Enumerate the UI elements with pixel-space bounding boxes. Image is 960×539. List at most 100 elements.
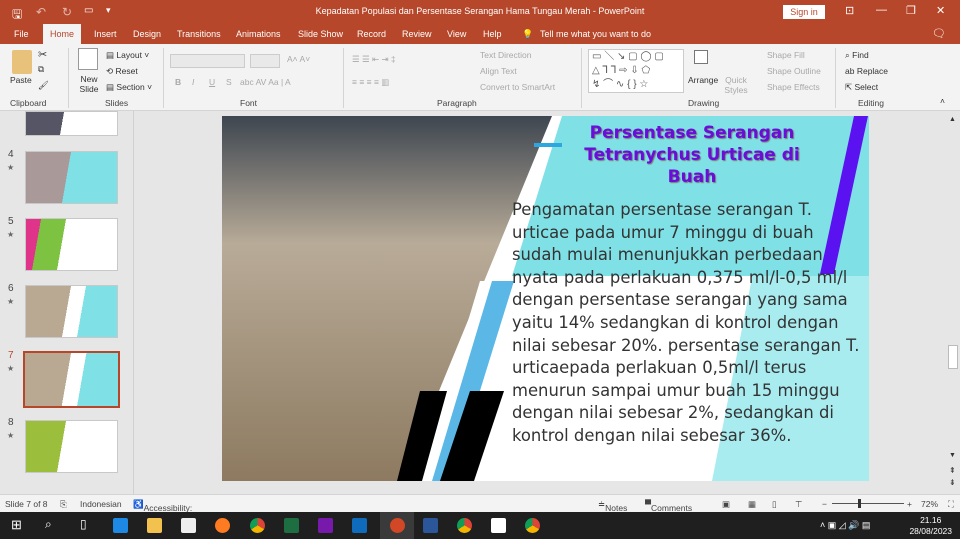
comment-icon[interactable]: 🗨: [932, 27, 946, 40]
paste-icon[interactable]: [12, 50, 32, 74]
text-direction-button[interactable]: Text Direction: [480, 50, 532, 60]
tab-view[interactable]: View: [447, 29, 466, 39]
layout-button[interactable]: ▤ Layout ˅: [106, 50, 149, 61]
align-icons[interactable]: ≡ ≡ ≡ ≡ ▥: [352, 77, 389, 88]
photos-icon[interactable]: [491, 518, 506, 533]
tab-insert[interactable]: Insert: [94, 29, 117, 39]
search-icon[interactable]: ⌕: [45, 517, 52, 532]
slide-vertical-scrollbar[interactable]: ▲ ▼ ⇞ ⇟: [946, 116, 960, 494]
slideshow-view-icon[interactable]: ⊤: [795, 499, 802, 510]
slide-canvas[interactable]: Persentase Serangan Tetranychus Urticae …: [222, 116, 869, 481]
file-explorer-icon[interactable]: [147, 518, 162, 533]
tab-help[interactable]: Help: [483, 29, 502, 39]
zoom-in-button[interactable]: +: [907, 499, 912, 509]
paste-button[interactable]: Paste: [10, 75, 32, 85]
chrome-profile-icon[interactable]: [457, 518, 472, 533]
tab-animations[interactable]: Animations: [236, 29, 281, 39]
slide-thumbnail-4[interactable]: [25, 151, 118, 204]
excel-icon[interactable]: [284, 518, 299, 533]
zoom-slider[interactable]: [832, 499, 904, 508]
slide-thumbnail-7-selected[interactable]: [23, 351, 120, 408]
restore-button[interactable]: ❐: [906, 4, 916, 17]
slide-title[interactable]: Persentase Serangan Tetranychus Urticae …: [562, 122, 822, 188]
normal-view-icon[interactable]: ▣: [722, 499, 730, 510]
font-name-input[interactable]: [170, 54, 245, 68]
thumbnails-scrollbar[interactable]: [133, 111, 143, 494]
format-painter-icon[interactable]: 🖌: [38, 80, 49, 91]
shapes-gallery[interactable]: ▭ ＼ ↘ ▢ ◯ ▢ △ ⅂ ⅂ ⇨ ⇩ ⬠ ↯ ⌒ ∿ { } ☆: [588, 49, 684, 93]
shape-fill-button[interactable]: Shape Fill: [767, 50, 805, 60]
taskbar-clock[interactable]: 21.16 28/08/2023: [909, 515, 952, 537]
spelling-icon[interactable]: ⎘: [60, 499, 67, 510]
quick-styles-button[interactable]: Quick Styles: [722, 75, 750, 95]
cut-icon[interactable]: ✂: [38, 48, 47, 61]
shape-effects-button[interactable]: Shape Effects: [767, 82, 820, 92]
slide-thumbnail-3[interactable]: [25, 111, 118, 136]
tab-record[interactable]: Record: [357, 29, 386, 39]
store-icon[interactable]: [181, 518, 196, 533]
chrome-profile-icon[interactable]: [525, 518, 540, 533]
close-button[interactable]: ✕: [936, 4, 945, 17]
replace-button[interactable]: ab Replace: [845, 66, 888, 76]
task-view-icon[interactable]: ▯: [80, 517, 87, 531]
minimize-button[interactable]: —: [876, 4, 887, 16]
section-button[interactable]: ▤ Section ˅: [106, 82, 152, 93]
language-status[interactable]: Indonesian: [80, 499, 122, 509]
new-slide-button[interactable]: New Slide: [76, 74, 102, 94]
slide-sorter-icon[interactable]: ▦: [748, 499, 756, 510]
scroll-up-icon[interactable]: ▲: [949, 116, 956, 123]
new-slide-icon[interactable]: [78, 48, 98, 70]
accessibility-status[interactable]: ♿ Accessibility: Investigate: [133, 499, 192, 523]
tab-transitions[interactable]: Transitions: [177, 29, 221, 39]
shape-outline-button[interactable]: Shape Outline: [767, 66, 821, 76]
ribbon-display-icon[interactable]: ⊡: [845, 4, 854, 17]
underline-button[interactable]: U: [209, 77, 215, 87]
tab-design[interactable]: Design: [133, 29, 161, 39]
slide-body-text[interactable]: Pengamatan persentase serangan T. urtica…: [512, 199, 868, 448]
zoom-level[interactable]: 72%: [921, 499, 938, 509]
windows-start-icon[interactable]: ⊞: [11, 517, 22, 533]
collapse-ribbon-icon[interactable]: ˄: [940, 96, 945, 106]
shadow-button[interactable]: S: [226, 77, 232, 87]
firefox-icon[interactable]: [215, 518, 230, 533]
zoom-out-button[interactable]: −: [822, 499, 827, 509]
find-button[interactable]: ⌕ Find: [845, 50, 869, 61]
select-button[interactable]: ⇱ Select: [845, 82, 878, 93]
tell-me-search[interactable]: Tell me what you want to do: [540, 29, 651, 39]
notes-button[interactable]: ≐ Notes: [598, 499, 627, 513]
previous-slide-icon[interactable]: ⇞: [949, 466, 956, 475]
onenote-icon[interactable]: [318, 518, 333, 533]
grow-font-icon[interactable]: A˄ A˅: [287, 54, 310, 64]
system-tray-icons[interactable]: ˄ ▣ ◿ 🔊 ▤: [820, 520, 870, 531]
tab-home[interactable]: Home: [43, 24, 82, 44]
scroll-thumb[interactable]: [948, 345, 958, 369]
slide-thumbnail-5[interactable]: [25, 218, 118, 271]
bold-button[interactable]: B: [175, 77, 181, 87]
outlook-icon[interactable]: [352, 518, 367, 533]
italic-button[interactable]: I: [192, 77, 194, 87]
slide-thumbnail-8[interactable]: [25, 420, 118, 473]
next-slide-icon[interactable]: ⇟: [949, 478, 956, 487]
scroll-down-icon[interactable]: ▼: [949, 452, 956, 459]
tab-file[interactable]: File: [14, 29, 29, 39]
arrange-button[interactable]: Arrange: [688, 75, 718, 85]
reading-view-icon[interactable]: ▯: [772, 499, 777, 510]
sign-in-button[interactable]: Sign in: [783, 5, 825, 19]
arrange-icon[interactable]: [694, 50, 708, 64]
tab-review[interactable]: Review: [402, 29, 432, 39]
slide-thumbnail-6[interactable]: [25, 285, 118, 338]
bullets-icon[interactable]: ☰ ☰ ⇤ ⇥ ‡: [352, 54, 396, 65]
chrome-icon[interactable]: [250, 518, 265, 533]
comments-button[interactable]: ▀ Comments: [645, 499, 692, 513]
edge-icon[interactable]: [113, 518, 128, 533]
tab-slide-show[interactable]: Slide Show: [298, 29, 343, 39]
copy-icon[interactable]: ⧉: [38, 64, 44, 75]
fit-to-window-icon[interactable]: ⛶: [948, 499, 954, 510]
font-size-input[interactable]: [250, 54, 280, 68]
font-more-icons[interactable]: abc AV Aa | A: [240, 77, 291, 87]
zoom-slider-thumb[interactable]: [858, 499, 861, 508]
convert-smartart-button[interactable]: Convert to SmartArt: [480, 82, 555, 92]
reset-button[interactable]: ⟲ Reset: [106, 66, 138, 77]
align-text-button[interactable]: Align Text: [480, 66, 517, 76]
word-icon[interactable]: [423, 518, 438, 533]
